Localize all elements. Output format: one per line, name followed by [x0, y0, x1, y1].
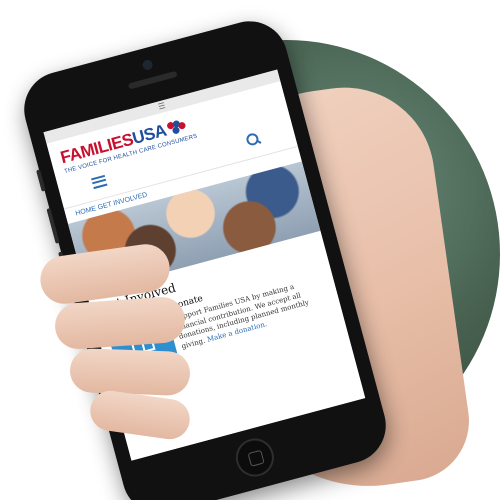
ring-finger: [69, 347, 191, 397]
mute-switch: [36, 169, 46, 192]
search-icon[interactable]: [245, 131, 262, 148]
promo-stage: ☰ FAMILIESUSA THE VOICE FOR HEALTH CARE …: [0, 0, 500, 500]
speaker-grille: [127, 70, 178, 90]
camera-icon: [141, 58, 154, 72]
volume-up-button: [46, 208, 60, 244]
logo-heart-icon: [166, 118, 187, 136]
middle-finger: [53, 295, 187, 351]
home-button: [231, 434, 279, 481]
menu-icon[interactable]: [90, 174, 108, 189]
